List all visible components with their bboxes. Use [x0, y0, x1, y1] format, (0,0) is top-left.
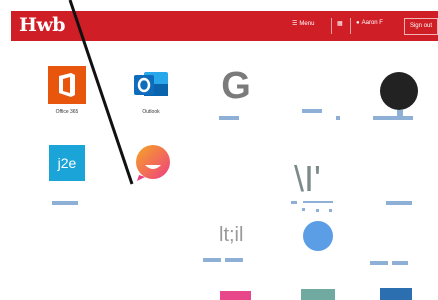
app-label-placeholder	[370, 261, 388, 265]
app-label-placeholder	[386, 201, 412, 205]
menu-button[interactable]: ☰ Menu	[292, 20, 315, 28]
glyph-mid: \I'	[294, 158, 321, 199]
app-label-placeholder	[392, 261, 408, 265]
app-label-placeholder	[52, 201, 78, 205]
app-label-placeholder	[329, 209, 332, 212]
google-tile[interactable]: G	[216, 65, 256, 107]
menu-label: Menu	[299, 20, 315, 27]
apps-button[interactable]: ▦	[337, 20, 343, 27]
chat-bubble-icon	[136, 145, 170, 181]
outlook-label: Outlook	[142, 109, 160, 115]
hwb-logo[interactable]: Hwb	[19, 14, 66, 36]
app-label-placeholder	[225, 258, 243, 262]
chat-app-tile[interactable]	[133, 143, 171, 183]
pink-app-tile[interactable]	[220, 291, 251, 300]
office-icon	[59, 73, 75, 97]
navy-app-tile[interactable]	[380, 288, 412, 300]
app-label-placeholder	[219, 116, 239, 120]
app-label-placeholder	[397, 110, 403, 116]
outlook-icon	[134, 72, 168, 96]
grid-icon: ▦	[337, 21, 343, 27]
j2e-tile[interactable]: j2e	[49, 145, 85, 181]
app-label-placeholder	[302, 109, 322, 113]
app-label-placeholder	[303, 201, 333, 203]
app-label-placeholder	[316, 209, 319, 212]
glyph-lt: lt;il	[219, 224, 244, 246]
outlook-tile[interactable]	[131, 66, 171, 104]
user-name: Aaron F	[361, 20, 383, 26]
app-label-placeholder	[336, 116, 340, 120]
user-menu[interactable]: ● Aaron F	[356, 20, 383, 26]
app-label-placeholder	[203, 258, 221, 262]
signout-button[interactable]: Sign out	[403, 18, 438, 35]
user-icon: ●	[356, 20, 360, 26]
app-label-placeholder	[291, 201, 297, 204]
top-header: Hwb ☰ Menu ▦ ● Aaron F Sign out	[11, 11, 438, 41]
header-divider	[331, 18, 332, 34]
office365-tile[interactable]	[48, 66, 86, 104]
dark-circle-app[interactable]	[380, 72, 418, 110]
header-divider	[350, 18, 351, 34]
blue-circle-app[interactable]	[303, 221, 333, 251]
app-label-placeholder	[302, 208, 305, 211]
hamburger-icon: ☰	[292, 21, 298, 27]
app-label-placeholder	[373, 116, 413, 120]
teal-app-tile[interactable]	[301, 289, 335, 300]
office365-label: Office 365	[55, 109, 79, 115]
